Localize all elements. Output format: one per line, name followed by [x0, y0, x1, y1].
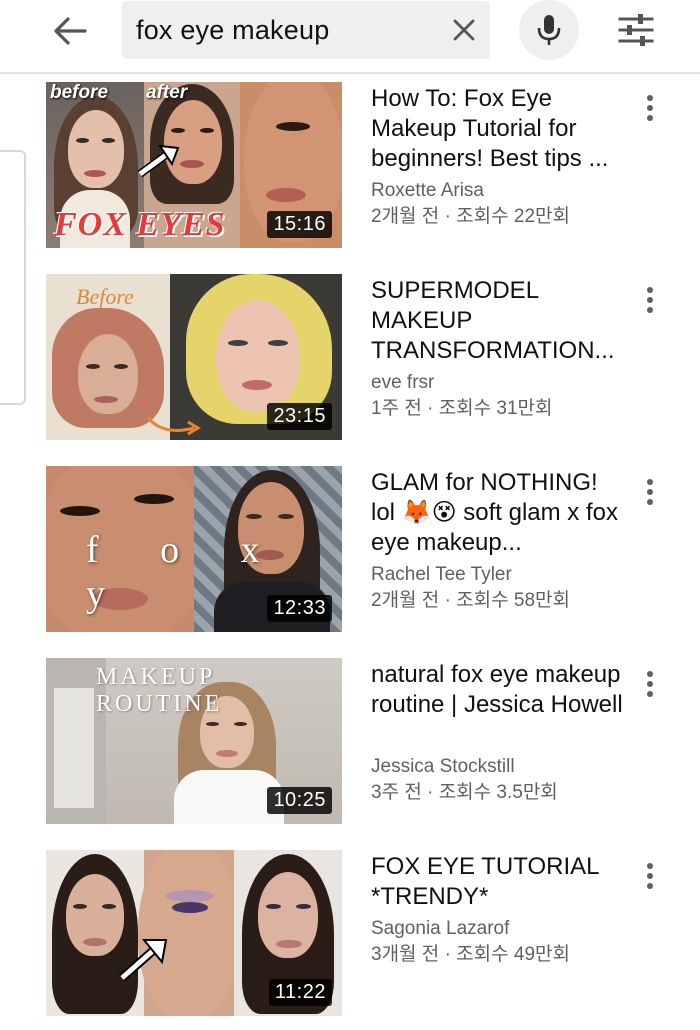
arrow-left-icon	[54, 17, 87, 45]
channel-name[interactable]: Jessica Stockstill	[371, 754, 631, 780]
video-title[interactable]: FOX EYE TUTORIAL *TRENDY*	[371, 852, 626, 912]
video-duration: 12:33	[267, 595, 332, 622]
channel-name[interactable]: Sagonia Lazarof	[371, 916, 631, 942]
video-result[interactable]: Before 23:15 SUPERMODEL MAKEUP TRANSFORM…	[0, 274, 700, 446]
video-title[interactable]: How To: Fox Eye Makeup Tutorial for begi…	[371, 84, 626, 174]
more-options-button[interactable]	[638, 668, 662, 700]
video-title[interactable]: natural fox eye makeup routine | Jessica…	[371, 660, 626, 720]
clear-search-button[interactable]	[446, 12, 482, 48]
video-thumbnail[interactable]: MAKEUP ROUTINE 10:25	[46, 658, 342, 824]
search-input[interactable]: fox eye makeup	[122, 1, 490, 59]
thumbnail-closeup-panel	[119, 850, 240, 1016]
back-button[interactable]	[46, 10, 94, 52]
video-stats: 1주 전 · 조회수 31만회	[371, 398, 553, 419]
close-icon	[453, 19, 475, 41]
video-title[interactable]: GLAM for NOTHING! lol 🦊😵 soft glam x fox…	[371, 468, 626, 558]
video-stats: 2개월 전 · 조회수 22만회	[371, 206, 570, 227]
video-duration: 23:15	[267, 403, 332, 430]
arrow-icon	[146, 416, 201, 436]
thumbnail-main-label: FOX EYES	[54, 206, 226, 243]
video-stats: 3주 전 · 조회수 3.5만회	[371, 782, 558, 803]
header-divider	[0, 72, 700, 74]
video-duration: 11:22	[268, 979, 332, 1006]
more-vertical-icon	[647, 671, 653, 697]
channel-name[interactable]: Rachel Tee Tyler	[371, 562, 631, 588]
search-filters-button[interactable]	[612, 8, 660, 52]
video-title[interactable]: SUPERMODEL MAKEUP TRANSFORMATION...	[371, 276, 626, 366]
thumbnail-after-label: after	[146, 82, 188, 103]
video-duration: 10:25	[267, 787, 332, 814]
video-stats: 3개월 전 · 조회수 49만회	[371, 944, 570, 965]
more-vertical-icon	[647, 95, 653, 121]
thumbnail-banner-label: MAKEUP ROUTINE	[96, 664, 223, 717]
thumbnail-before-label: before	[50, 82, 109, 103]
arrow-icon	[137, 144, 180, 178]
thumbnail-before-label: Before	[76, 284, 134, 309]
video-result[interactable]: 11:22 FOX EYE TUTORIAL *TRENDY* Sagonia …	[0, 850, 700, 1022]
video-result[interactable]: MAKEUP ROUTINE 10:25 natural fox eye mak…	[0, 658, 700, 830]
channel-name[interactable]: Roxette Arisa	[371, 178, 631, 204]
more-vertical-icon	[647, 863, 653, 889]
thumbnail-before-panel	[46, 850, 144, 1016]
more-options-button[interactable]	[638, 92, 662, 124]
more-vertical-icon	[647, 479, 653, 505]
channel-name[interactable]: eve frsr	[371, 370, 631, 396]
filter-sliders-icon	[618, 14, 654, 46]
video-thumbnail[interactable]: Before 23:15	[46, 274, 342, 440]
more-options-button[interactable]	[638, 476, 662, 508]
video-thumbnail[interactable]: before after FOX EYES 15:16	[46, 82, 342, 248]
more-options-button[interactable]	[638, 860, 662, 892]
arrow-icon	[119, 939, 168, 982]
video-thumbnail[interactable]: f o x y 12:33	[46, 466, 342, 632]
video-thumbnail[interactable]: 11:22	[46, 850, 342, 1016]
video-result[interactable]: f o x y 12:33 GLAM for NOTHING! lol 🦊😵 s…	[0, 466, 700, 638]
more-options-button[interactable]	[638, 284, 662, 316]
search-header: fox eye makeup	[0, 0, 700, 70]
more-vertical-icon	[647, 287, 653, 313]
video-stats: 2개월 전 · 조회수 58만회	[371, 590, 570, 611]
video-result[interactable]: before after FOX EYES 15:16 How To: Fox …	[0, 82, 700, 254]
video-duration: 15:16	[267, 211, 332, 238]
voice-search-button[interactable]	[519, 0, 579, 60]
microphone-icon	[537, 15, 561, 45]
search-query-text: fox eye makeup	[136, 15, 330, 45]
